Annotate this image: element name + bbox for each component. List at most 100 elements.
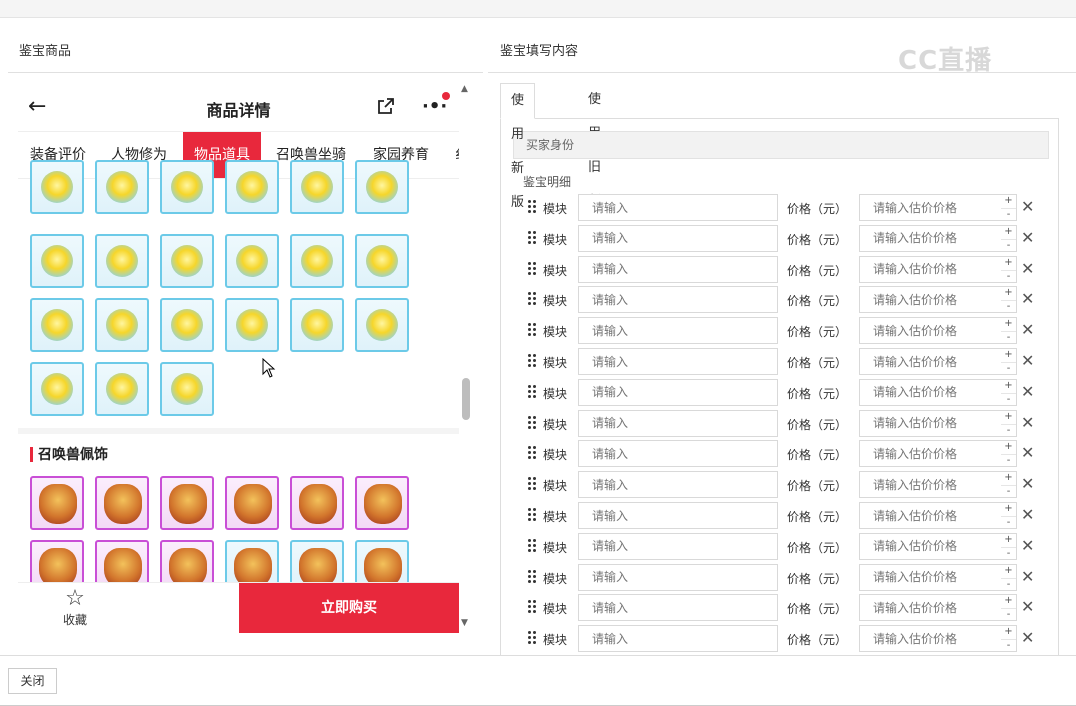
increment-button[interactable]: + — [1001, 565, 1016, 578]
price-input[interactable] — [859, 378, 1002, 406]
increment-button[interactable]: + — [1001, 195, 1016, 208]
item-cell[interactable] — [95, 362, 149, 416]
module-input[interactable] — [578, 255, 778, 283]
price-input[interactable] — [859, 625, 1002, 653]
increment-button[interactable]: + — [1001, 257, 1016, 270]
price-input[interactable] — [859, 348, 1002, 375]
decrement-button[interactable]: - — [1001, 300, 1016, 313]
price-input[interactable] — [859, 255, 1002, 283]
item-cell[interactable] — [30, 298, 84, 352]
item-cell[interactable] — [30, 160, 84, 214]
price-input[interactable] — [859, 594, 1002, 622]
module-input[interactable] — [578, 286, 778, 314]
scrollbar-thumb[interactable] — [462, 378, 470, 420]
price-input[interactable] — [859, 317, 1002, 345]
drag-handle-icon[interactable] — [527, 261, 537, 276]
drag-handle-icon[interactable] — [527, 415, 537, 430]
drag-handle-icon[interactable] — [527, 600, 537, 614]
module-input[interactable] — [578, 625, 778, 653]
pet-accessory-cell[interactable] — [30, 476, 84, 530]
module-input[interactable] — [578, 471, 778, 499]
item-cell[interactable] — [290, 160, 344, 214]
scroll-down-icon[interactable]: ▼ — [461, 618, 468, 628]
item-cell[interactable] — [95, 160, 149, 214]
drag-handle-icon[interactable] — [527, 446, 537, 460]
item-cell[interactable] — [225, 298, 279, 352]
decrement-button[interactable]: - — [1001, 392, 1016, 406]
price-input[interactable] — [859, 224, 1002, 252]
decrement-button[interactable]: - — [1001, 238, 1016, 252]
drag-handle-icon[interactable] — [527, 569, 537, 584]
close-icon[interactable]: ✕ — [1021, 628, 1034, 647]
drag-handle-icon[interactable] — [527, 384, 537, 399]
increment-button[interactable]: + — [1001, 318, 1016, 331]
close-icon[interactable]: ✕ — [1021, 228, 1034, 247]
scrollbar[interactable]: ▲ ▼ — [460, 84, 472, 634]
close-icon[interactable]: ✕ — [1021, 259, 1034, 278]
price-input[interactable] — [859, 194, 1002, 221]
pet-accessory-cell[interactable] — [355, 476, 409, 530]
close-icon[interactable]: ✕ — [1021, 536, 1034, 555]
decrement-button[interactable]: - — [1001, 608, 1016, 621]
increment-button[interactable]: + — [1001, 349, 1016, 362]
close-icon[interactable]: ✕ — [1021, 413, 1034, 432]
decrement-button[interactable]: - — [1001, 454, 1016, 467]
module-input[interactable] — [578, 563, 778, 591]
decrement-button[interactable]: - — [1001, 546, 1016, 560]
drag-handle-icon[interactable] — [527, 230, 537, 245]
drag-handle-icon[interactable] — [527, 200, 537, 214]
module-input[interactable] — [578, 594, 778, 622]
decrement-button[interactable]: - — [1001, 269, 1016, 283]
price-input[interactable] — [859, 532, 1002, 560]
module-input[interactable] — [578, 317, 778, 345]
pet-accessory-cell[interactable] — [290, 476, 344, 530]
tab-new-version[interactable]: 使用新版 — [500, 83, 536, 210]
tab-old-version[interactable]: 使用旧版 — [578, 83, 611, 209]
close-icon[interactable]: ✕ — [1021, 443, 1034, 462]
module-input[interactable] — [578, 224, 778, 252]
item-cell[interactable] — [355, 298, 409, 352]
drag-handle-icon[interactable] — [527, 538, 537, 553]
drag-handle-icon[interactable] — [527, 477, 537, 491]
buy-now-button[interactable]: 立即购买 — [239, 583, 459, 633]
drag-handle-icon[interactable] — [527, 292, 537, 306]
close-icon[interactable]: ✕ — [1021, 474, 1034, 493]
item-cell[interactable] — [160, 234, 214, 288]
module-input[interactable] — [578, 502, 778, 529]
increment-button[interactable]: + — [1001, 534, 1016, 547]
item-cell[interactable] — [290, 298, 344, 352]
item-cell[interactable] — [95, 298, 149, 352]
item-cell[interactable] — [290, 234, 344, 288]
decrement-button[interactable]: - — [1001, 577, 1016, 591]
decrement-button[interactable]: - — [1001, 331, 1016, 344]
module-input[interactable] — [578, 378, 778, 406]
item-cell[interactable] — [160, 362, 214, 416]
decrement-button[interactable]: - — [1001, 423, 1016, 437]
drag-handle-icon[interactable] — [527, 508, 537, 522]
increment-button[interactable]: + — [1001, 472, 1016, 485]
item-cell[interactable] — [30, 234, 84, 288]
decrement-button[interactable]: - — [1001, 208, 1016, 221]
tab-more[interactable]: 纟 — [455, 132, 459, 178]
close-icon[interactable]: ✕ — [1021, 567, 1034, 586]
close-icon[interactable]: ✕ — [1021, 382, 1034, 401]
increment-button[interactable]: + — [1001, 595, 1016, 608]
item-cell[interactable] — [225, 160, 279, 214]
item-cell[interactable] — [95, 234, 149, 288]
close-icon[interactable]: ✕ — [1021, 597, 1034, 616]
price-input[interactable] — [859, 471, 1002, 499]
decrement-button[interactable]: - — [1001, 516, 1016, 529]
close-icon[interactable]: ✕ — [1021, 197, 1034, 216]
price-input[interactable] — [859, 409, 1002, 437]
item-cell[interactable] — [160, 298, 214, 352]
module-input[interactable] — [578, 532, 778, 560]
item-cell[interactable] — [225, 234, 279, 288]
increment-button[interactable]: + — [1001, 441, 1016, 454]
price-input[interactable] — [859, 286, 1002, 314]
module-input[interactable] — [578, 409, 778, 437]
increment-button[interactable]: + — [1001, 626, 1016, 639]
module-input[interactable] — [578, 348, 778, 375]
scroll-up-icon[interactable]: ▲ — [461, 84, 468, 94]
price-input[interactable] — [859, 563, 1002, 591]
drag-handle-icon[interactable] — [527, 354, 537, 368]
